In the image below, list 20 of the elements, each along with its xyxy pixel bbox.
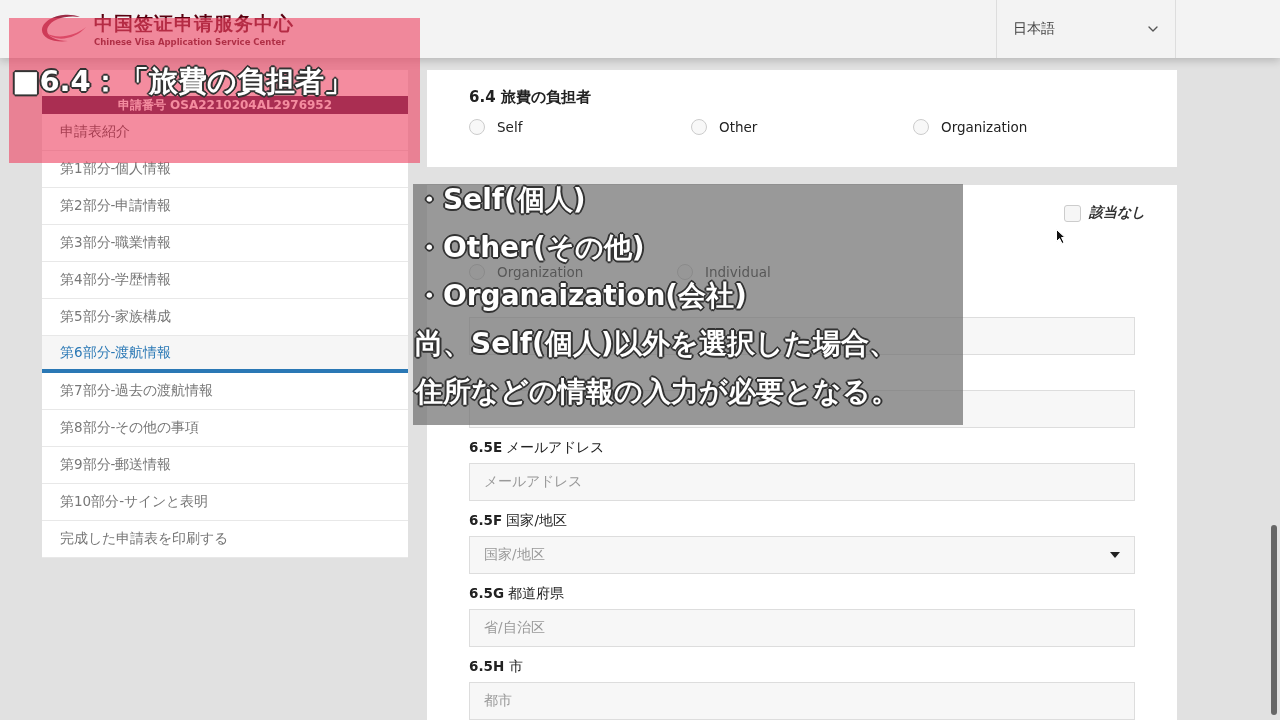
radio-label: Other: [719, 119, 758, 135]
field-label: 6.5F 国家/地区: [469, 512, 567, 528]
field-label: 6.5H 市: [469, 658, 523, 674]
radio-label: Self: [497, 119, 523, 135]
caption-text: ・Organaization(会社): [415, 279, 747, 313]
radio-label: Individual: [705, 264, 771, 280]
checkbox-label: 該当なし: [1089, 204, 1145, 222]
caption-text: 尚、Self(個人)以外を選択した場合、: [415, 327, 897, 361]
field-label: 6.5G 都道府県: [469, 585, 565, 601]
field-label: 6.5E メールアドレス: [469, 439, 605, 455]
logo-title: 中国签证申请服务中心: [94, 11, 294, 36]
caption-text: 住所などの情報の入力が必要となる。: [415, 375, 899, 409]
radio-label: Organization: [941, 119, 1028, 135]
caption-text: ・Other(その他): [415, 231, 645, 265]
caption-text: ・Self(個人): [415, 183, 586, 217]
caption-title: ■6.4：「旅費の負担者」: [12, 63, 353, 98]
radio-label: Organization: [497, 264, 584, 280]
application-number: 申請番号 OSA2210204AL2976952: [42, 96, 408, 114]
section-title: 6.4 旅費の負担者: [469, 88, 592, 107]
logo-subtitle: Chinese Visa Application Service Center: [94, 37, 287, 47]
